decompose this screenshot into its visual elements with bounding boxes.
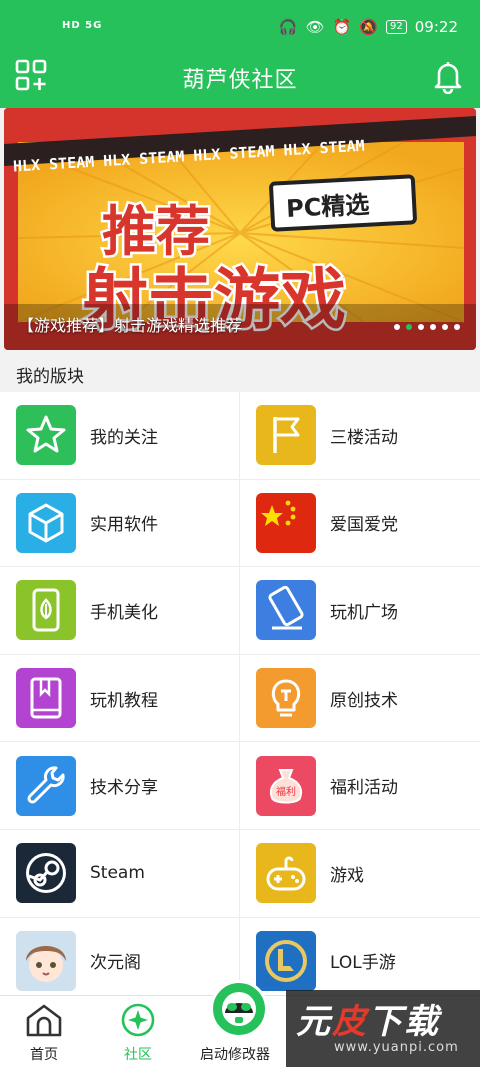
- mute-icon: 🔕: [359, 17, 379, 36]
- board-item[interactable]: 玩机教程: [0, 654, 240, 743]
- board-item-label: 次元阁: [90, 953, 141, 974]
- board-item[interactable]: 次元阁: [0, 917, 240, 1006]
- star-icon: [16, 405, 76, 466]
- carousel-dot[interactable]: [406, 324, 412, 330]
- board-item[interactable]: 玩机广场: [240, 567, 480, 655]
- network-indicator: HD 5G: [62, 20, 103, 31]
- board-item-label: 游戏: [330, 865, 364, 886]
- board-item[interactable]: 手机美化: [0, 567, 240, 655]
- board-item[interactable]: 我的关注: [0, 392, 240, 480]
- board-item-label: 爱国爱党: [330, 515, 398, 536]
- carousel-dots[interactable]: [394, 324, 460, 330]
- banner-caption: 【游戏推荐】射击游戏精选推荐: [18, 316, 243, 335]
- eye-icon: 👁: [305, 17, 325, 36]
- board-item-label: 福利活动: [330, 778, 398, 799]
- board-item[interactable]: 福利 福利活动: [240, 742, 480, 830]
- gamepad-icon: [256, 843, 316, 904]
- svg-text:福利: 福利: [276, 785, 296, 798]
- watermark: 元皮下载 www.yuanpi.com: [286, 990, 480, 1067]
- launcher-face-icon: [222, 992, 256, 1026]
- page-title: 葫芦侠社区: [182, 68, 298, 93]
- board-item[interactable]: 三楼活动: [240, 392, 480, 480]
- board-item-label: 原创技术: [330, 690, 398, 711]
- banner-line1: 推荐: [102, 200, 210, 263]
- community-icon: [121, 1003, 155, 1037]
- board-item[interactable]: 实用软件: [0, 479, 240, 568]
- watermark-url: www.yuanpi.com: [334, 1040, 459, 1055]
- gift-bag-icon: 福利: [256, 755, 316, 816]
- battery-indicator: 92: [386, 20, 407, 34]
- launcher-icon[interactable]: [210, 980, 268, 1038]
- book-icon: [16, 668, 76, 729]
- carousel-dot[interactable]: [454, 324, 460, 330]
- home-icon: [26, 1004, 62, 1037]
- tab-home[interactable]: 首页: [24, 1002, 64, 1064]
- section-title: 我的版块: [16, 367, 84, 387]
- lol-icon: [256, 930, 316, 991]
- carousel-dot[interactable]: [394, 324, 400, 330]
- carousel-dot[interactable]: [430, 324, 436, 330]
- board-item-label: LOL手游: [330, 953, 396, 974]
- board-item[interactable]: Steam: [0, 829, 240, 918]
- board-grid: 我的关注 三楼活动 实用软件 爱国爱党 手机美化 玩机广场 玩机教程 原创技术 技术分享 福利 福利…: [0, 392, 480, 1006]
- china-flag-icon: [256, 492, 316, 553]
- board-item[interactable]: 技术分享: [0, 742, 240, 830]
- flag-icon: [256, 405, 316, 466]
- tab-home-label: 首页: [30, 1047, 58, 1063]
- phone-square-icon: [256, 580, 316, 641]
- board-item[interactable]: 游戏: [240, 830, 480, 918]
- anime-avatar-icon: [16, 930, 76, 991]
- headphone-icon: 🎧: [278, 17, 298, 36]
- board-item-label: 手机美化: [90, 602, 158, 623]
- board-item-label: 我的关注: [90, 427, 158, 448]
- tab-community-label: 社区: [124, 1047, 152, 1063]
- bell-icon[interactable]: [430, 58, 466, 94]
- board-item-label: 玩机广场: [330, 602, 398, 623]
- tab-launcher[interactable]: 启动修改器: [200, 1044, 270, 1064]
- cube-icon: [16, 492, 76, 553]
- board-item-label: 技术分享: [90, 778, 158, 799]
- board-item-label: 三楼活动: [330, 427, 398, 448]
- tab-launcher-label: 启动修改器: [200, 1047, 270, 1063]
- carousel-dot[interactable]: [418, 324, 424, 330]
- wrench-icon: [16, 755, 76, 816]
- promo-banner[interactable]: HLX STEAM HLX STEAM HLX STEAM HLX STEAM …: [4, 108, 476, 350]
- title-bar: 葫芦侠社区: [0, 58, 480, 108]
- status-bar: HD 5G 🎧 👁 ⏰ 🔕 92 09:22: [0, 0, 480, 58]
- bulb-icon: [256, 668, 316, 729]
- banner-tag: PC精选: [286, 191, 371, 223]
- steam-icon: [16, 843, 76, 904]
- board-item[interactable]: 原创技术: [240, 655, 480, 743]
- board-item-label: 玩机教程: [90, 690, 158, 711]
- board-item[interactable]: 爱国爱党: [240, 480, 480, 568]
- clock: 09:22: [414, 18, 458, 36]
- tab-community[interactable]: 社区: [118, 1002, 158, 1064]
- watermark-logo: 元皮下载: [296, 1002, 440, 1042]
- board-item-label: 实用软件: [90, 515, 158, 536]
- phone-beautify-icon: [16, 580, 76, 641]
- carousel-dot[interactable]: [442, 324, 448, 330]
- board-item-label: Steam: [90, 863, 145, 884]
- alarm-icon: ⏰: [332, 17, 352, 36]
